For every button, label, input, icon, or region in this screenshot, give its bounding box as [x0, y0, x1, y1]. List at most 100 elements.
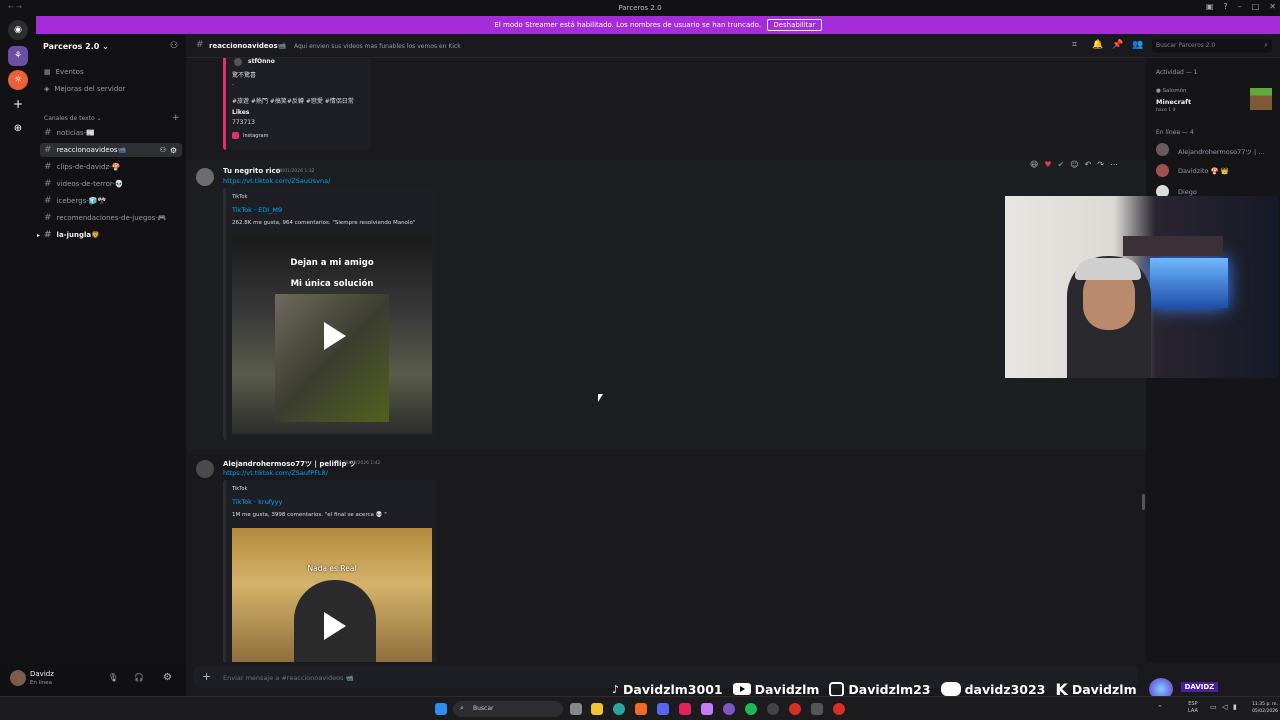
server-icon-2[interactable]: ☼	[8, 70, 28, 90]
invite-to-channel-icon[interactable]: ⚇	[160, 146, 166, 154]
embed-title[interactable]: TikTok · EDI_M9	[232, 206, 282, 214]
obs-icon[interactable]	[767, 703, 779, 715]
discord-home-icon[interactable]: ◉	[8, 20, 28, 40]
close-icon[interactable]: ✕	[1269, 2, 1276, 11]
channel-la-jungla[interactable]: ▸ # la-jungla 🦁	[37, 228, 182, 242]
channel-reaccionoavideos[interactable]: # reaccionoavideos 📹 ⚇ ⚙	[40, 143, 182, 157]
video-caption: Nada es Real	[307, 564, 357, 573]
message-list: stfOnno 驚不驚喜 . #旅遊 #熱門 #搞笑#反轉 #戀愛 #情侶日常 …	[186, 58, 1146, 662]
add-reaction-icon[interactable]: ☺	[1070, 160, 1078, 169]
battery-icon[interactable]: ▮	[1233, 703, 1237, 711]
microphone-icon[interactable]: 🎙	[108, 673, 118, 682]
notifications-icon[interactable]: 🔔	[1092, 40, 1103, 50]
user-panel: Davidz En línea 🎙 🎧 ⚙	[0, 662, 186, 696]
channel-recomendaciones[interactable]: # recomendaciones-de-juegos- 🎮	[40, 211, 182, 225]
app-icon-8[interactable]	[723, 703, 735, 715]
hash-icon: #	[44, 213, 52, 223]
avatar[interactable]	[10, 670, 26, 686]
avatar[interactable]	[196, 460, 214, 478]
reaction-check-icon[interactable]: ✔	[1058, 160, 1065, 169]
more-icon[interactable]: ⋯	[1110, 160, 1118, 169]
scrollbar[interactable]	[1142, 494, 1145, 510]
member-list-icon[interactable]: 👥	[1132, 40, 1143, 50]
edge-icon[interactable]	[613, 703, 625, 715]
disable-streamer-button[interactable]: Deshabilitar	[767, 19, 822, 31]
server-icon-parceros[interactable]: ⚘	[8, 46, 28, 66]
message-author[interactable]: Tu negrito rico	[223, 167, 280, 175]
video-caption-1: Dejan a mi amigo	[290, 258, 374, 268]
headphones-icon[interactable]: 🎧	[134, 673, 144, 682]
embed-description: 1M me gusta, 3998 comentarios. "el final…	[232, 512, 387, 518]
overlay-discord: davidz3023	[940, 682, 1045, 697]
channel-clips-de-davidz[interactable]: # clips-de-davidz- 🍄	[40, 160, 182, 174]
embed-title[interactable]: TikTok · krufyyy	[232, 498, 282, 506]
discord-app-icon[interactable]	[657, 703, 669, 715]
activity-card[interactable]: ● Salomón Minecraft hace 1 d	[1154, 86, 1274, 116]
reply-icon[interactable]: ↶	[1085, 160, 1092, 169]
channel-videos-de-terror[interactable]: # videos-de-terror- 💀	[40, 177, 182, 191]
message-link[interactable]: https://vt.tiktok.com/ZSauUsvna/	[223, 177, 330, 185]
help-icon[interactable]: ?	[1223, 2, 1227, 11]
category-text-channels[interactable]: Canales de texto ⌄	[44, 115, 102, 122]
language-indicator[interactable]: ESP LAA	[1188, 701, 1198, 715]
brave-icon[interactable]	[635, 703, 647, 715]
discover-icon[interactable]: ⊕	[8, 118, 28, 138]
reaction-laugh-icon[interactable]: 😆	[1030, 160, 1038, 169]
reaction-heart-icon[interactable]: ♥	[1044, 160, 1051, 169]
volume-icon[interactable]: ◁	[1222, 703, 1227, 711]
activity-ago: hace 1 d	[1156, 108, 1176, 113]
clock[interactable]: 11:35 p. m. 05/02/2026	[1238, 701, 1278, 715]
app-icon-12[interactable]	[811, 703, 823, 715]
invite-icon[interactable]: ⚇	[170, 41, 178, 51]
minimize-icon[interactable]: –	[1238, 2, 1242, 11]
network-icon[interactable]: ▭	[1210, 703, 1217, 711]
play-icon[interactable]	[324, 612, 346, 640]
app-icon-7[interactable]	[701, 703, 713, 715]
message-1: Tu negrito rico 28/01/2026 1:32 https://…	[186, 160, 1146, 450]
guild-name[interactable]: Parceros 2.0 ⌄	[43, 42, 109, 51]
app-icon-13[interactable]	[833, 703, 845, 715]
tiktok-app-icon[interactable]	[679, 703, 691, 715]
spotify-icon[interactable]	[745, 703, 757, 715]
member-item[interactable]: Alejandrohermoso77ツ | ...	[1156, 143, 1276, 157]
add-server-icon[interactable]: +	[8, 94, 28, 114]
create-channel-icon[interactable]: +	[172, 113, 180, 123]
channel-noticias[interactable]: # noticias- 📰	[40, 126, 182, 140]
message-link[interactable]: https://vt.tiktok.com/ZSaufPFL8/	[223, 469, 328, 477]
task-view-icon[interactable]	[570, 703, 582, 715]
search-input[interactable]: Buscar Parceros 2.0 ⌕	[1152, 39, 1272, 53]
embed-author: stfOnno	[248, 58, 275, 65]
channel-topic[interactable]: Aqui envien sus videos mas funables los …	[294, 43, 461, 50]
channel-icebergs[interactable]: # icebergs- 🧊🎌	[40, 194, 182, 208]
hash-icon: #	[44, 230, 52, 240]
taskbar: ⌕ Buscar ⌃ ESP LAA ▭ ◁ ▮ 11:35 p. m. 05/02…	[0, 696, 1280, 720]
add-attachment-icon[interactable]: +	[202, 670, 211, 683]
play-icon[interactable]	[324, 322, 346, 350]
search-icon: ⌕	[1264, 41, 1268, 49]
windows-start-icon[interactable]	[435, 703, 447, 715]
pinned-icon[interactable]: 📌	[1112, 40, 1123, 50]
sidebar-item-boosts[interactable]: ◈ Mejoras del servidor	[44, 85, 125, 93]
avatar[interactable]	[196, 168, 214, 186]
inbox-icon[interactable]: ▣	[1206, 2, 1214, 11]
message-author[interactable]: Alejandrohermoso77ツ | pelifliр ツ	[223, 459, 356, 469]
member-item[interactable]: Davidzito 🍄 👑	[1156, 164, 1276, 178]
app-icon-11[interactable]	[789, 703, 801, 715]
maximize-icon[interactable]: □	[1252, 2, 1260, 11]
search-icon: ⌕	[460, 704, 464, 712]
file-explorer-icon[interactable]	[591, 703, 603, 715]
title-bar: ← → Parceros 2.0 ▣ ? – □ ✕	[0, 0, 1280, 16]
sidebar-item-events[interactable]: ▦ Eventos	[44, 68, 84, 76]
forward-icon[interactable]: ↷	[1097, 160, 1104, 169]
video-thumbnail[interactable]: Dejan a mi amigo Mi única solución	[232, 236, 432, 434]
channel-settings-icon[interactable]: ⚙	[170, 146, 177, 155]
taskbar-search[interactable]: ⌕ Buscar	[453, 701, 563, 717]
video-thumbnail[interactable]: Nada es Real	[232, 528, 432, 662]
avatar	[1156, 164, 1169, 177]
activity-game: Minecraft	[1156, 98, 1192, 106]
user-settings-icon[interactable]: ⚙	[163, 672, 172, 683]
tray-chevron-icon[interactable]: ⌃	[1157, 704, 1163, 712]
hash-icon: #	[44, 145, 52, 155]
threads-icon[interactable]: ⌗	[1072, 40, 1077, 50]
youtube-icon	[732, 683, 751, 695]
